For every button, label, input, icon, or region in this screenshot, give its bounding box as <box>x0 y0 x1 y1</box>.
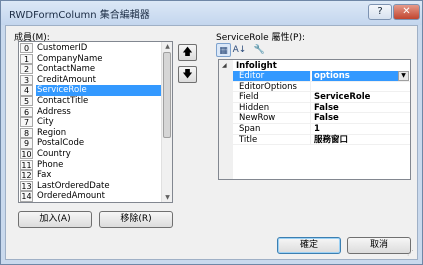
collapse-icon[interactable]: ◢ <box>222 62 227 69</box>
dialog-body: 成員(M): 15flowflag14OrderedAmount13LastOr… <box>5 25 418 260</box>
property-row[interactable]: Title 服務窗口 <box>233 134 410 146</box>
list-item-index: 6 <box>20 106 33 117</box>
list-item[interactable]: 9 PostalCode <box>19 138 162 149</box>
dropdown-icon[interactable]: ▼ <box>398 71 409 81</box>
list-item-name: Phone <box>37 159 64 170</box>
list-item[interactable]: 0 CustomerID <box>19 43 162 54</box>
property-value[interactable]: False <box>312 103 409 113</box>
property-row[interactable]: Span 1 <box>233 124 410 135</box>
scroll-down-icon[interactable]: ▼ <box>162 193 172 202</box>
list-item-name: flowflag <box>36 202 73 203</box>
list-item-index: 7 <box>20 117 33 128</box>
list-item[interactable]: 3 CreditAmount <box>19 74 162 86</box>
list-item-index: 12 <box>20 170 33 181</box>
property-name: Field <box>233 92 311 103</box>
list-item-index: 15 <box>20 202 33 203</box>
property-row[interactable]: Editor options ▼ <box>233 71 410 82</box>
property-name: NewRow <box>233 113 311 124</box>
list-item-index: 1 <box>20 53 33 64</box>
members-scrollbar[interactable]: ▲ ▼ <box>161 42 172 202</box>
list-item-name: CustomerID <box>37 43 88 53</box>
list-item-name: Fax <box>37 170 52 181</box>
list-item-index: 14 <box>20 191 33 202</box>
property-row[interactable]: Field ServiceRole <box>233 92 410 103</box>
property-row[interactable]: NewRow False <box>233 113 410 124</box>
scroll-up-icon[interactable]: ▲ <box>162 42 172 51</box>
resize-grip-icon[interactable]: ⋰ <box>407 249 415 257</box>
list-item-name: LastOrderedDate <box>37 180 110 191</box>
property-value[interactable]: ServiceRole <box>312 92 409 102</box>
list-item-index: 0 <box>20 43 33 54</box>
list-item-name: Address <box>37 106 71 117</box>
property-row[interactable]: EditorOptions <box>233 81 410 93</box>
list-item[interactable]: 4 ServiceRole <box>19 85 162 96</box>
list-item-name: Country <box>37 149 71 159</box>
list-item-index: 8 <box>20 127 33 138</box>
grid-margin <box>219 60 233 179</box>
list-item[interactable]: 6 Address <box>19 106 162 118</box>
list-item[interactable]: 8 Region <box>19 127 162 139</box>
ok-button[interactable]: 確定 <box>277 237 341 254</box>
list-item-index: 10 <box>20 149 33 160</box>
cancel-button[interactable]: 取消 <box>347 237 411 254</box>
dialog-title: RWDFormColumn 集合編輯器 <box>9 10 150 21</box>
property-name: EditorOptions <box>233 81 311 92</box>
list-item[interactable]: 1 CompanyName <box>19 53 162 65</box>
property-value[interactable] <box>312 82 409 92</box>
property-name: Hidden <box>233 102 311 113</box>
move-down-button[interactable]: 🡇 <box>178 66 197 83</box>
list-item-index: 13 <box>20 180 33 191</box>
close-button[interactable]: ✕ <box>393 4 420 20</box>
property-row[interactable]: Hidden False <box>233 102 410 114</box>
list-item[interactable]: 15flowflag <box>19 202 162 203</box>
members-list[interactable]: 15flowflag14OrderedAmount13LastOrderedDa… <box>18 41 173 203</box>
list-item-index: 4 <box>20 85 33 96</box>
categorized-icon[interactable]: ▦ <box>216 43 231 57</box>
list-item[interactable]: 5 ContactTitle <box>19 96 162 107</box>
collection-editor-dialog: RWDFormColumn 集合編輯器 ? ✕ 成員(M): 15flowfla… <box>0 0 423 265</box>
list-item-index: 5 <box>20 96 33 107</box>
list-item-index: 3 <box>20 74 33 85</box>
list-item-name: Region <box>37 127 67 138</box>
property-value[interactable]: 服務窗口 <box>312 135 409 145</box>
list-item[interactable]: 12 Fax <box>19 170 162 181</box>
list-item-index: 9 <box>20 138 33 149</box>
help-button[interactable]: ? <box>368 4 392 20</box>
list-item[interactable]: 13 LastOrderedDate <box>19 180 162 192</box>
list-item-name: ServiceRole <box>36 85 162 96</box>
list-item-name: CreditAmount <box>37 74 96 85</box>
property-name: Editor <box>233 71 311 81</box>
property-pages-icon[interactable]: 🔧 <box>252 43 267 57</box>
property-name: Title <box>233 134 311 145</box>
list-item[interactable]: 11 Phone <box>19 159 162 171</box>
list-item-name: OrderedAmount <box>37 191 105 202</box>
list-item-name: ContactTitle <box>37 96 89 106</box>
list-item-name: PostalCode <box>37 138 85 149</box>
remove-button[interactable]: 移除(R) <box>99 211 173 228</box>
list-item[interactable]: 7 City <box>19 117 162 128</box>
category-name: Infolight <box>236 61 277 71</box>
category-row[interactable]: ◢ Infolight <box>219 61 410 71</box>
list-item-index: 2 <box>20 64 33 75</box>
list-item[interactable]: 14 OrderedAmount <box>19 191 162 202</box>
move-up-button[interactable]: 🡅 <box>178 44 197 61</box>
property-value[interactable]: 1 <box>312 124 409 134</box>
property-value[interactable]: False <box>312 113 409 123</box>
title-bar[interactable]: RWDFormColumn 集合編輯器 ? ✕ <box>1 1 422 25</box>
property-value[interactable]: options <box>312 71 409 81</box>
list-item[interactable]: 10 Country <box>19 149 162 160</box>
properties-label: ServiceRole 屬性(P): <box>216 33 305 43</box>
property-name: Span <box>233 124 311 134</box>
list-item-name: ContactName <box>37 64 96 75</box>
list-item-index: 11 <box>20 159 33 170</box>
list-item-name: CompanyName <box>37 53 103 64</box>
property-grid[interactable]: ◢ Infolight Editor options ▼ EditorOptions F… <box>218 59 411 180</box>
list-item-name: City <box>37 117 54 128</box>
alphabetical-sort-icon[interactable]: A↓ <box>232 43 247 57</box>
add-button[interactable]: 加入(A) <box>18 211 92 228</box>
scroll-thumb[interactable] <box>163 52 171 138</box>
list-item[interactable]: 2 ContactName <box>19 64 162 75</box>
